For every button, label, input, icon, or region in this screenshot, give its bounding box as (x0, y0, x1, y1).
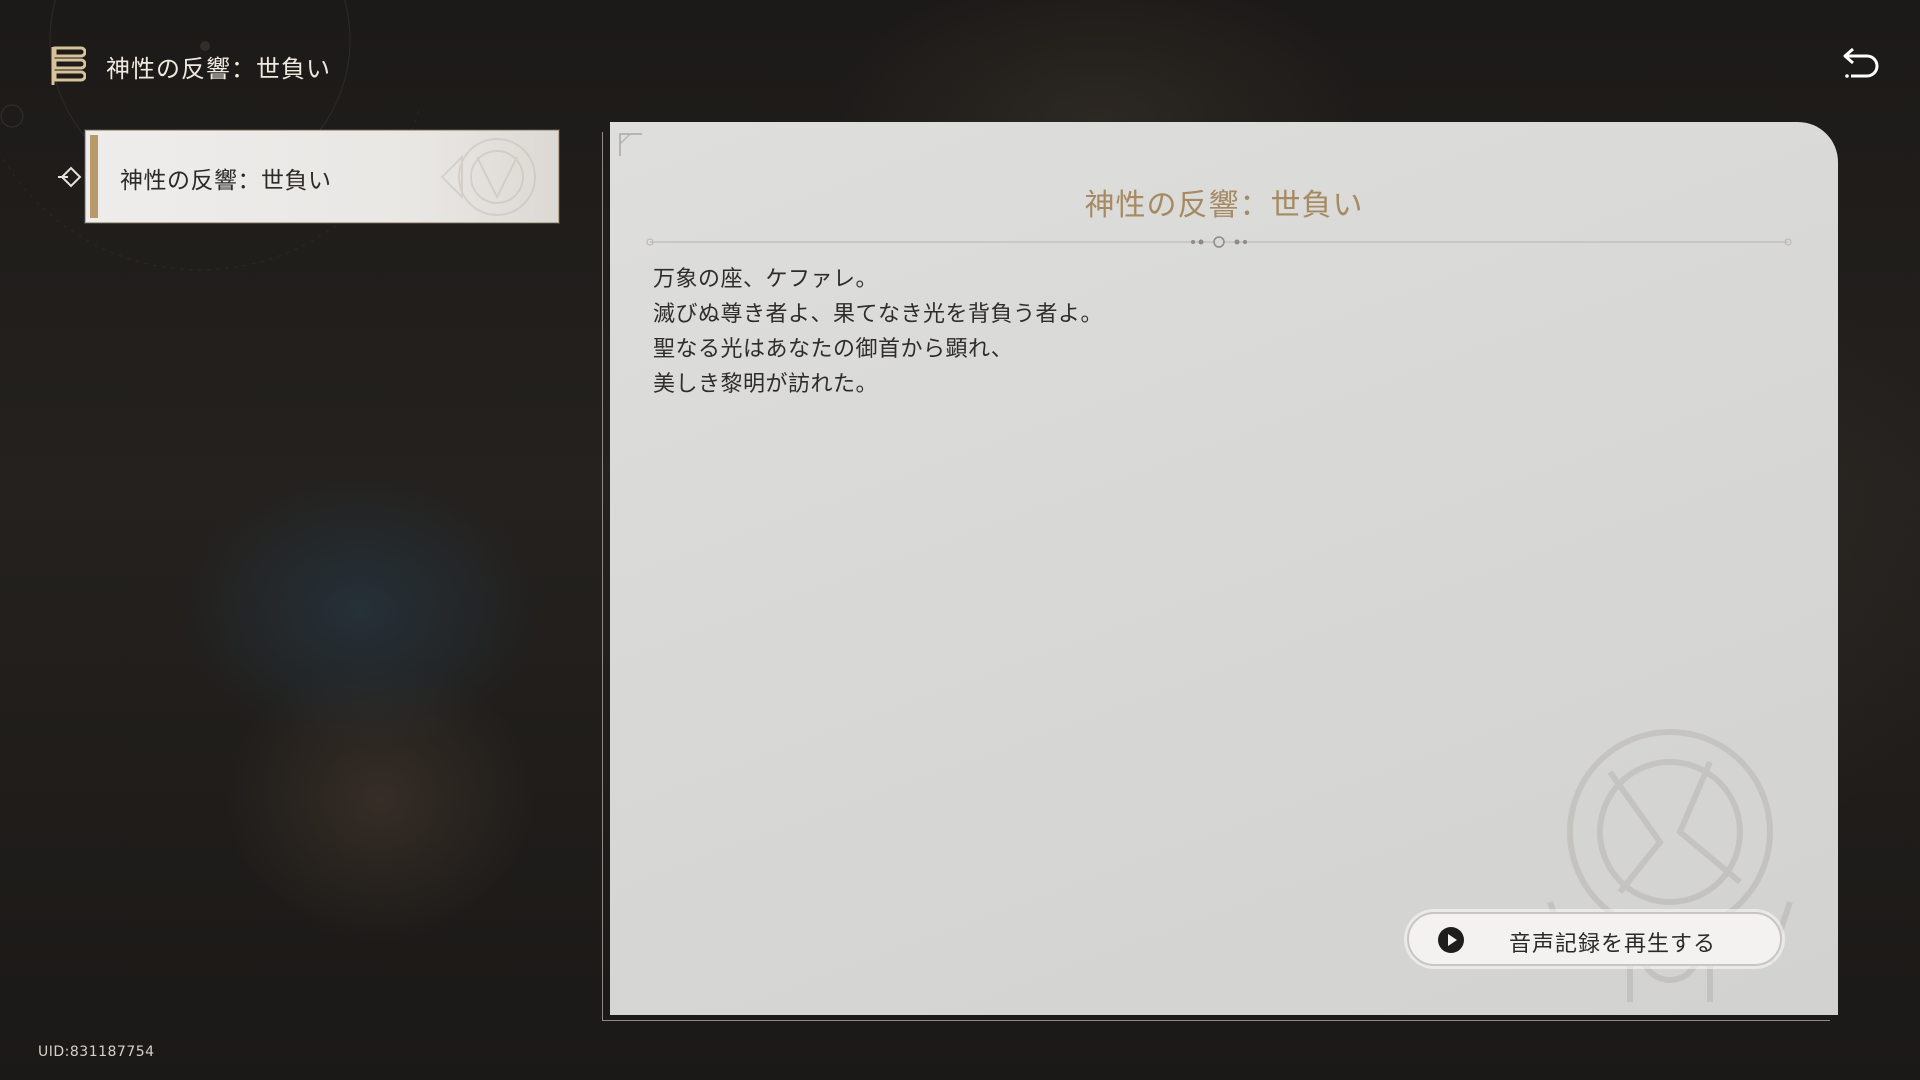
uid-label: UID:831187754 (38, 1044, 155, 1060)
corner-ornament-icon (619, 133, 642, 156)
selected-accent-bar (90, 135, 98, 218)
text-line: 美しき黎明が訪れた。 (653, 372, 879, 397)
content-panel: 神性の反響：世負い 万象の座、ケファレ。 滅びぬ尊き者よ、果てなき光を背負う者よ… (610, 122, 1838, 1015)
title-divider (646, 236, 1792, 248)
play-icon (1438, 927, 1464, 953)
back-arrow-icon (1841, 43, 1883, 85)
text-line: 聖なる光はあなたの御首から顕れ、 (653, 337, 1014, 362)
selection-pointer-icon (58, 164, 84, 190)
page-title: 神性の反響：世負い (106, 54, 331, 83)
play-button-label: 音声記録を再生する (1509, 932, 1717, 957)
list-item[interactable]: 神性の反響：世負い (85, 130, 559, 223)
play-voice-record-button[interactable]: 音声記録を再生する (1407, 912, 1782, 966)
back-button[interactable] (1838, 42, 1886, 86)
text-line: 滅びぬ尊き者よ、果てなき光を背負う者よ。 (653, 302, 1104, 327)
emblem-watermark-icon (440, 138, 536, 216)
record-text: 万象の座、ケファレ。 滅びぬ尊き者よ、果てなき光を背負う者よ。 聖なる光はあなた… (653, 262, 1103, 402)
list-item-label: 神性の反響：世負い (120, 168, 332, 194)
emblem-watermark-icon (1547, 729, 1793, 1002)
panel-title: 神性の反響：世負い (1084, 188, 1364, 223)
book-stack-icon (50, 43, 87, 89)
page-header: 神性の反響：世負い (50, 42, 331, 90)
text-line: 万象の座、ケファレ。 (653, 267, 879, 292)
